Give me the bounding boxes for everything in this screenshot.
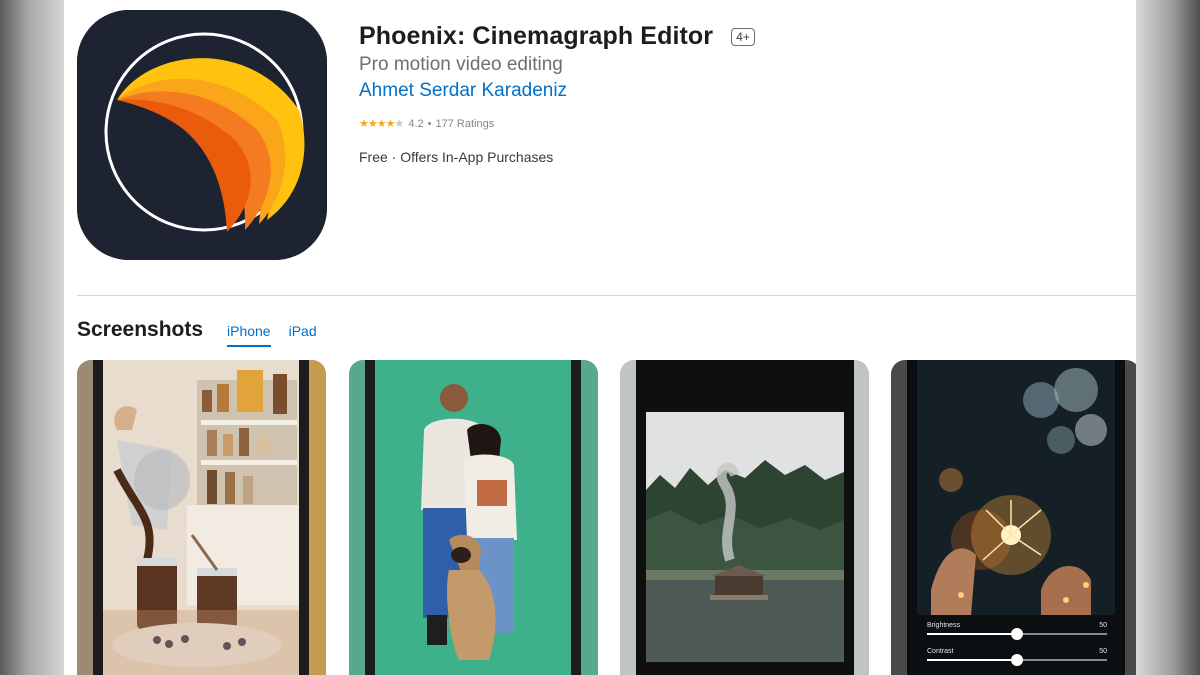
screenshot-2[interactable] [349, 360, 598, 675]
rating-row: ★★★★★ 4.2 • 177 Ratings [359, 117, 495, 131]
contrast-fill [927, 659, 1017, 661]
screenshot-4[interactable]: Brightness 50 Contrast 50 [891, 360, 1136, 675]
age-rating-badge: 4+ [731, 27, 755, 46]
contrast-value: 50 [1099, 648, 1107, 655]
brightness-label: Brightness [927, 622, 961, 629]
app-subtitle: Pro motion video editing [359, 54, 563, 75]
tab-ipad[interactable]: iPad [289, 323, 317, 347]
brightness-track [927, 628, 1107, 640]
phoenix-app-icon [77, 10, 327, 260]
section-divider [77, 295, 1136, 296]
price-info: Free · Offers In-App Purchases [359, 149, 554, 165]
phoenix-logo-icon [77, 10, 327, 260]
app-title: Phoenix: Cinemagraph Editor [359, 22, 714, 50]
screenshots-heading: Screenshots [77, 318, 204, 341]
app-store-page: Phoenix: Cinemagraph Editor 4+ Pro motio… [64, 0, 1136, 675]
couple-with-dog-photo [349, 360, 598, 675]
device-tabs: iPhone iPad [227, 323, 317, 347]
brightness-thumb[interactable] [1011, 628, 1023, 640]
contrast-slider[interactable]: Contrast 50 [927, 648, 1107, 670]
pouring-chocolate-photo [77, 360, 326, 675]
contrast-label: Contrast [927, 648, 954, 655]
brightness-slider[interactable]: Brightness 50 [927, 622, 1107, 644]
contrast-track [927, 654, 1107, 666]
contrast-thumb[interactable] [1011, 654, 1023, 666]
brightness-fill [927, 633, 1017, 635]
rating-separator: • [427, 117, 432, 130]
screenshot-3[interactable] [620, 360, 869, 675]
star-rating-icon: ★★★★★ [359, 118, 404, 130]
app-title-row: Phoenix: Cinemagraph Editor 4+ [359, 22, 755, 51]
lake-cabin-smoke-photo [620, 360, 869, 675]
rating-count: 177 Ratings [435, 117, 495, 130]
rating-value: 4.2 [408, 117, 424, 130]
brightness-value: 50 [1099, 622, 1107, 629]
blurred-right-margin [1136, 0, 1200, 675]
screenshot-1[interactable] [77, 360, 326, 675]
blurred-left-margin [0, 0, 64, 675]
developer-link[interactable]: Ahmet Serdar Karadeniz [359, 80, 567, 102]
tab-iphone[interactable]: iPhone [227, 323, 271, 347]
